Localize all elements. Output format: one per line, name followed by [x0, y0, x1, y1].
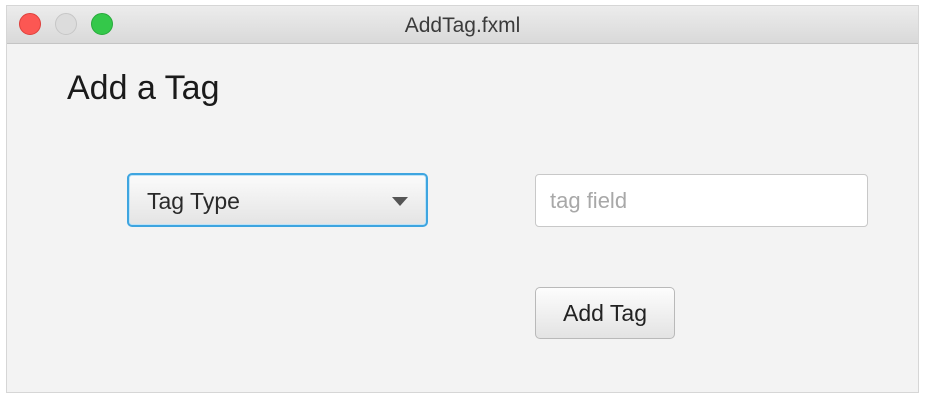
- page-title: Add a Tag: [67, 69, 220, 107]
- window-title: AddTag.fxml: [404, 14, 521, 37]
- chevron-down-icon: [392, 197, 408, 206]
- tag-type-dropdown[interactable]: Tag Type: [127, 173, 428, 227]
- app-window: AddTag.fxml Add a Tag Tag Type Add Tag: [6, 5, 919, 393]
- add-tag-button[interactable]: Add Tag: [535, 287, 675, 339]
- title-bar: AddTag.fxml: [7, 6, 918, 44]
- tag-type-selected-value: Tag Type: [147, 188, 240, 214]
- tag-field-input[interactable]: [535, 174, 868, 227]
